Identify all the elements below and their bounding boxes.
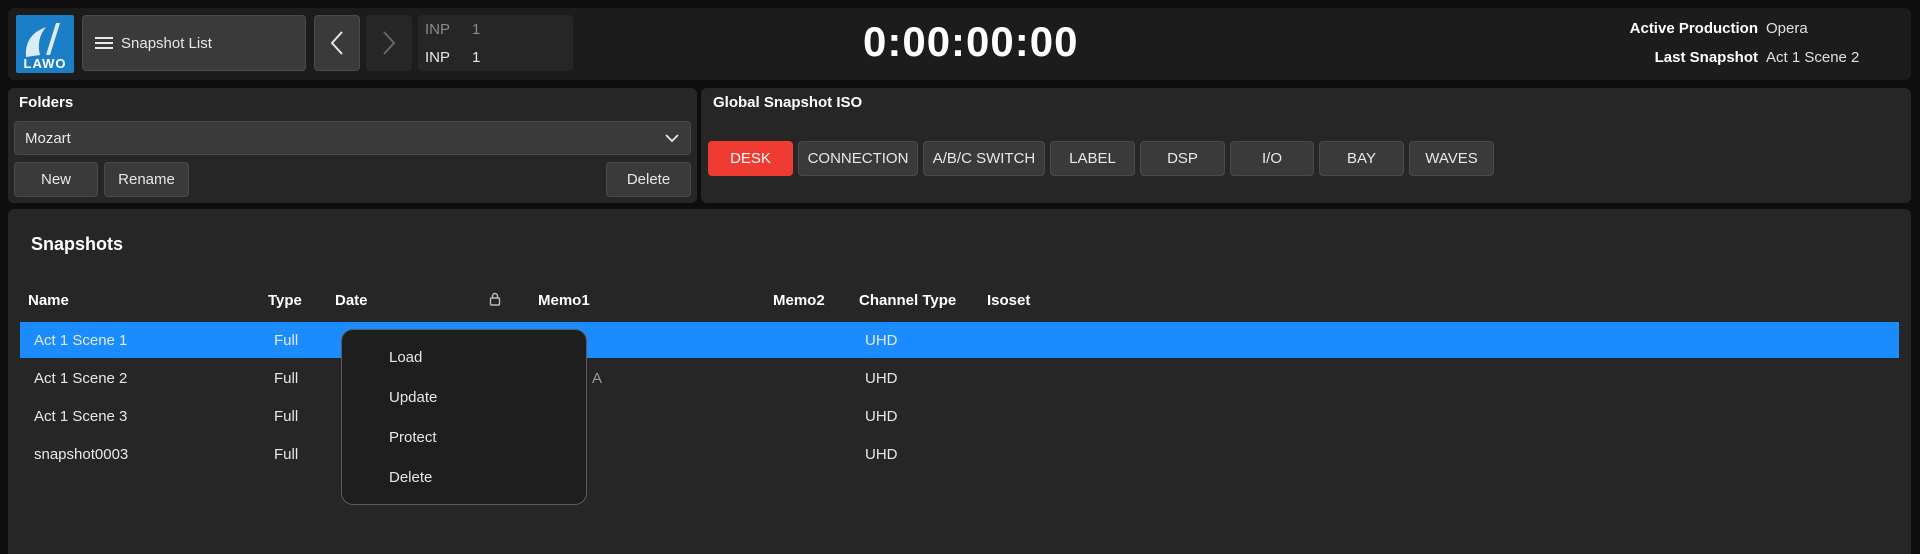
iso-dsp-button[interactable]: DSP: [1140, 141, 1225, 176]
row-channel-type: UHD: [865, 332, 898, 349]
inp-value: 1: [472, 21, 481, 38]
column-type[interactable]: Type: [268, 292, 302, 309]
next-button[interactable]: [366, 15, 412, 71]
column-memo2[interactable]: Memo2: [773, 292, 825, 309]
column-name[interactable]: Name: [28, 292, 69, 309]
inp-row-top: INP 1: [425, 21, 480, 38]
row-channel-type: UHD: [865, 408, 898, 425]
snapshots-title: Snapshots: [31, 234, 124, 254]
column-date[interactable]: Date: [335, 292, 368, 309]
chevron-left-icon: [330, 31, 343, 55]
table-row[interactable]: Act 1 Scene 1 Full UHD: [20, 322, 1899, 358]
column-memo1[interactable]: Memo1: [538, 292, 590, 309]
row-type: Full: [274, 332, 299, 349]
new-folder-button[interactable]: New: [14, 162, 98, 197]
context-menu: Load Update Protect Delete: [341, 329, 587, 505]
chevron-right-icon: [383, 31, 396, 55]
column-protect[interactable]: [489, 292, 501, 310]
iso-desk-button[interactable]: DESK: [708, 141, 793, 176]
iso-abc-switch-button[interactable]: A/B/C SWITCH: [923, 141, 1045, 176]
logo-text: LAWO: [23, 56, 67, 71]
top-bar: LAWO Snapshot List INP 1 INP 1 0:00:00:00 …: [8, 8, 1911, 80]
menu-item-protect[interactable]: Protect: [389, 429, 437, 446]
iso-title: Global Snapshot ISO: [713, 94, 863, 111]
last-snapshot-label: Last Snapshot: [1654, 49, 1758, 66]
iso-bay-button[interactable]: BAY: [1319, 141, 1404, 176]
input-display: INP 1 INP 1: [418, 15, 573, 71]
folder-selected-value: Mozart: [25, 130, 71, 147]
delete-folder-button[interactable]: Delete: [606, 162, 691, 197]
inp-value: 1: [472, 49, 481, 66]
inp-row-bottom: INP 1: [425, 49, 480, 66]
last-snapshot-value: Act 1 Scene 2: [1766, 49, 1860, 66]
active-production-label: Active Production: [1629, 20, 1758, 37]
iso-io-button[interactable]: I/O: [1230, 141, 1314, 176]
folders-title: Folders: [19, 94, 74, 111]
row-type: Full: [274, 408, 299, 425]
table-row[interactable]: snapshot0003 Full UHD: [20, 436, 1899, 472]
row-name: Act 1 Scene 1: [34, 332, 128, 349]
row-type: Full: [274, 446, 299, 463]
folder-select[interactable]: Mozart: [14, 121, 691, 155]
column-channel-type[interactable]: Channel Type: [859, 292, 956, 309]
iso-label-button[interactable]: LABEL: [1050, 141, 1135, 176]
active-production: Active Production Opera: [1588, 20, 1808, 37]
menu-item-delete[interactable]: Delete: [389, 469, 432, 486]
row-name: Act 1 Scene 3: [34, 408, 128, 425]
menu-item-update[interactable]: Update: [389, 389, 437, 406]
chevron-down-icon: [665, 134, 679, 143]
lawo-logo: LAWO: [16, 15, 74, 73]
inp-label: INP: [425, 49, 451, 66]
lock-icon: [489, 292, 501, 306]
row-name: Act 1 Scene 2: [34, 370, 128, 387]
row-channel-type: UHD: [865, 370, 898, 387]
menu-item-load[interactable]: Load: [389, 349, 422, 366]
table-row[interactable]: Act 1 Scene 2 Full A UHD: [20, 360, 1899, 396]
snapshot-list-button[interactable]: Snapshot List: [82, 15, 306, 71]
iso-connection-button[interactable]: CONNECTION: [798, 141, 918, 176]
column-isoset[interactable]: Isoset: [987, 292, 1030, 309]
rename-folder-button[interactable]: Rename: [104, 162, 189, 197]
last-snapshot: Last Snapshot Act 1 Scene 2: [1588, 49, 1860, 66]
row-channel-type: UHD: [865, 446, 898, 463]
menu-icon: [95, 37, 113, 49]
previous-button[interactable]: [314, 15, 360, 71]
row-memo1: A: [592, 370, 603, 387]
row-type: Full: [274, 370, 299, 387]
iso-waves-button[interactable]: WAVES: [1409, 141, 1494, 176]
timecode-display: 0:00:00:00: [863, 18, 1079, 65]
inp-label: INP: [425, 21, 451, 38]
table-row[interactable]: Act 1 Scene 3 Full UHD: [20, 398, 1899, 434]
snapshot-list-label: Snapshot List: [121, 34, 212, 52]
active-production-value: Opera: [1766, 20, 1808, 37]
row-name: snapshot0003: [34, 446, 129, 463]
